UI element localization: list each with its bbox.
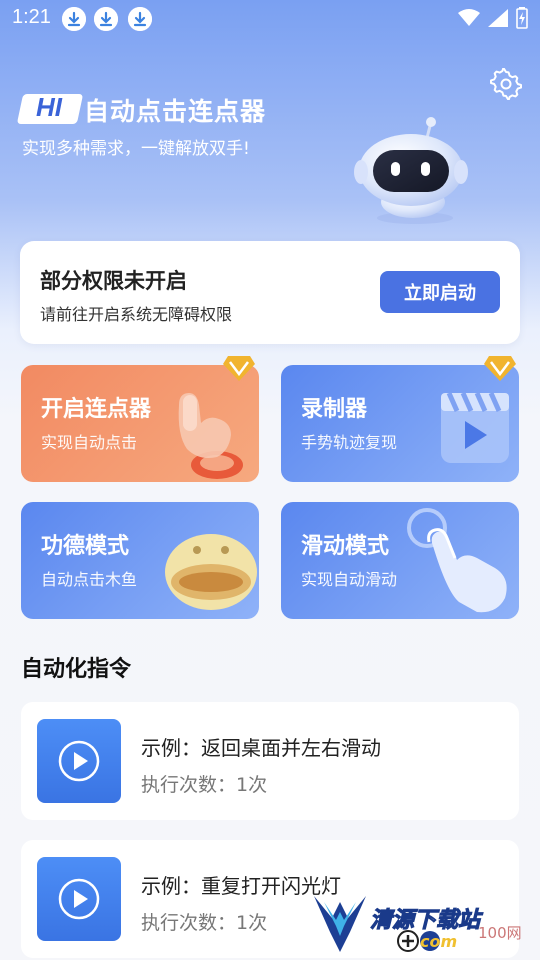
feature-title: 滑动模式 [301,534,390,559]
start-now-button[interactable]: 立即启动 [380,271,500,313]
play-icon [58,740,100,782]
permission-card: 部分权限未开启 请前往开启系统无障碍权限 立即启动 [20,241,520,344]
automation-item[interactable]: 示例：返回桌面并左右滑动 执行次数：1次 [21,702,519,820]
feature-title: 开启连点器 [41,397,152,422]
hi-badge: HI [36,92,62,122]
permission-title: 部分权限未开启 [40,269,187,293]
app-subtitle: 实现多种需求，一键解放双手! [22,139,250,159]
download-icon [128,7,152,31]
download-icon [94,7,118,31]
battery-charging-icon [516,7,528,29]
vip-diamond-icon [484,356,516,381]
gear-icon [490,66,522,102]
section-title-automation: 自动化指令 [21,657,132,682]
tap-hand-icon [178,393,243,479]
automation-thumbnail[interactable] [37,719,121,803]
robot-mascot-icon [354,117,468,224]
wooden-fish-icon [165,534,257,610]
wifi-icon [458,9,480,26]
signal-icon [488,9,508,27]
feature-card-merit-mode[interactable]: 功德模式 自动点击木鱼 [21,502,259,619]
feature-card-clicker[interactable]: 开启连点器 实现自动点击 [21,365,259,482]
video-play-icon [441,391,509,463]
automation-thumbnail[interactable] [37,857,121,941]
watermark-logo-icon [314,896,366,952]
watermark-url: com [420,932,458,951]
watermark-site: 100网 [478,924,522,942]
feature-card-recorder[interactable]: 录制器 手势轨迹复现 [281,365,519,482]
app-title: 自动点击连点器 [84,97,267,126]
feature-title: 功德模式 [41,534,130,559]
automation-name: 示例：返回桌面并左右滑动 [141,736,381,760]
feature-description: 手势轨迹复现 [301,433,398,452]
status-time: 1:21 [12,6,51,28]
swipe-hand-icon [407,508,507,613]
play-icon [58,878,100,920]
feature-description: 实现自动滑动 [301,570,398,589]
feature-description: 自动点击木鱼 [41,570,138,589]
settings-button[interactable] [490,66,522,102]
automation-count: 执行次数：1次 [141,774,268,796]
permission-description: 请前往开启系统无障碍权限 [40,305,233,324]
download-icon [62,7,86,31]
feature-description: 实现自动点击 [41,433,138,452]
status-bar: 1:21 [0,0,540,38]
feature-title: 录制器 [301,397,368,422]
automation-count: 执行次数：1次 [141,912,268,934]
feature-card-swipe-mode[interactable]: 滑动模式 实现自动滑动 [281,502,519,619]
watermark: 清源下载站 com 100网 [310,888,540,960]
system-icons [458,6,528,30]
vip-diamond-icon [223,356,255,381]
